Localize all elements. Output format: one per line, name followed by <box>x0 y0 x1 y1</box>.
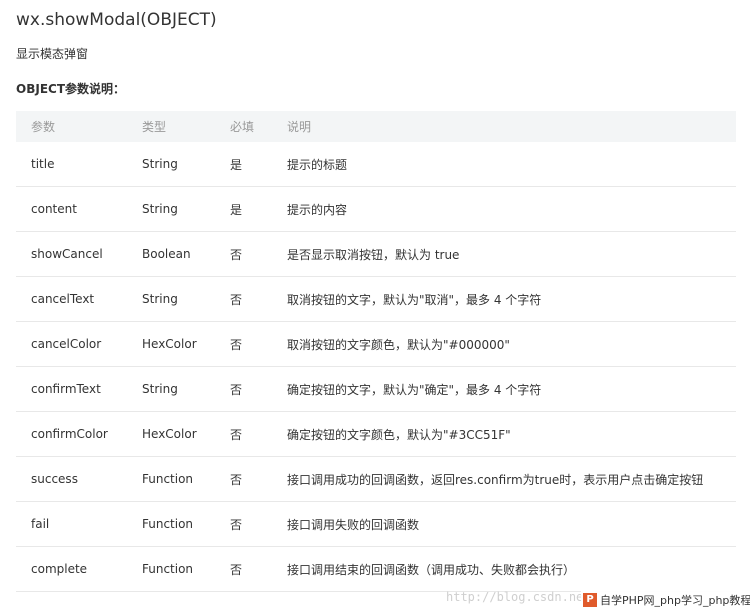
table-row: cancelText String 否 取消按钮的文字，默认为"取消"，最多 4… <box>16 276 736 322</box>
watermark-url: http://blog.csdn.net/ <box>446 590 598 604</box>
cell-description: 确定按钮的文字，默认为"确定"，最多 4 个字符 <box>272 366 736 412</box>
source-badge-text: 自学PHP网_php学习_php教程 <box>600 594 750 607</box>
table-row: success Function 否 接口调用成功的回调函数，返回res.con… <box>16 456 736 502</box>
header-description: 说明 <box>272 111 736 142</box>
cell-required: 否 <box>215 411 272 457</box>
page-subtitle: 显示模态弹窗 <box>16 47 89 61</box>
cell-required: 否 <box>215 276 272 322</box>
cell-required: 否 <box>215 231 272 277</box>
cell-description: 取消按钮的文字，默认为"取消"，最多 4 个字符 <box>272 276 736 322</box>
table-row: title String 是 提示的标题 <box>16 142 736 187</box>
cell-param: complete <box>16 546 127 592</box>
cell-description: 接口调用失败的回调函数 <box>272 501 736 547</box>
header-required: 必填 <box>215 111 272 142</box>
cell-param: success <box>16 456 127 502</box>
cell-required: 是 <box>215 186 272 232</box>
table-row: cancelColor HexColor 否 取消按钮的文字颜色，默认为"#00… <box>16 321 736 367</box>
cell-param: content <box>16 186 127 232</box>
table-header: 参数 类型 必填 说明 <box>16 111 736 142</box>
cell-param: confirmColor <box>16 411 127 457</box>
cell-type: HexColor <box>127 321 215 367</box>
cell-type: String <box>127 186 215 232</box>
cell-description: 取消按钮的文字颜色，默认为"#000000" <box>272 321 736 367</box>
cell-description: 是否显示取消按钮，默认为 true <box>272 231 736 277</box>
table-row: confirmColor HexColor 否 确定按钮的文字颜色，默认为"#3… <box>16 411 736 457</box>
cell-required: 否 <box>215 501 272 547</box>
cell-required: 否 <box>215 321 272 367</box>
cell-param: cancelText <box>16 276 127 322</box>
table-row: confirmText String 否 确定按钮的文字，默认为"确定"，最多 … <box>16 366 736 412</box>
cell-required: 否 <box>215 546 272 592</box>
cell-type: Boolean <box>127 231 215 277</box>
cell-type: String <box>127 276 215 322</box>
header-type: 类型 <box>127 111 215 142</box>
cell-required: 否 <box>215 456 272 502</box>
table-row: fail Function 否 接口调用失败的回调函数 <box>16 501 736 547</box>
cell-type: Function <box>127 501 215 547</box>
table-body: title String 是 提示的标题 content String 是 提示… <box>16 142 736 592</box>
cell-description: 确定按钮的文字颜色，默认为"#3CC51F" <box>272 411 736 457</box>
cell-description: 接口调用结束的回调函数（调用成功、失败都会执行） <box>272 546 736 592</box>
cell-param: title <box>16 142 127 187</box>
cell-type: Function <box>127 456 215 502</box>
cell-type: String <box>127 142 215 187</box>
section-heading: OBJECT参数说明： <box>16 82 126 96</box>
cell-type: HexColor <box>127 411 215 457</box>
site-logo-icon: P <box>583 593 597 607</box>
cell-type: Function <box>127 546 215 592</box>
cell-type: String <box>127 366 215 412</box>
table-row: content String 是 提示的内容 <box>16 186 736 232</box>
table-row: complete Function 否 接口调用结束的回调函数（调用成功、失败都… <box>16 546 736 592</box>
table-header-row: 参数 类型 必填 说明 <box>16 111 736 142</box>
source-badge[interactable]: P 自学PHP网_php学习_php教程 <box>581 590 750 610</box>
cell-required: 是 <box>215 142 272 187</box>
page-title: wx.showModal(OBJECT) <box>16 10 217 30</box>
cell-description: 提示的标题 <box>272 142 736 187</box>
cell-param: confirmText <box>16 366 127 412</box>
cell-param: fail <box>16 501 127 547</box>
params-table: 参数 类型 必填 说明 title String 是 提示的标题 content… <box>16 111 736 592</box>
cell-description: 接口调用成功的回调函数，返回res.confirm为true时，表示用户点击确定… <box>272 456 736 502</box>
cell-param: showCancel <box>16 231 127 277</box>
cell-required: 否 <box>215 366 272 412</box>
cell-description: 提示的内容 <box>272 186 736 232</box>
header-param: 参数 <box>16 111 127 142</box>
table-row: showCancel Boolean 否 是否显示取消按钮，默认为 true <box>16 231 736 277</box>
cell-param: cancelColor <box>16 321 127 367</box>
